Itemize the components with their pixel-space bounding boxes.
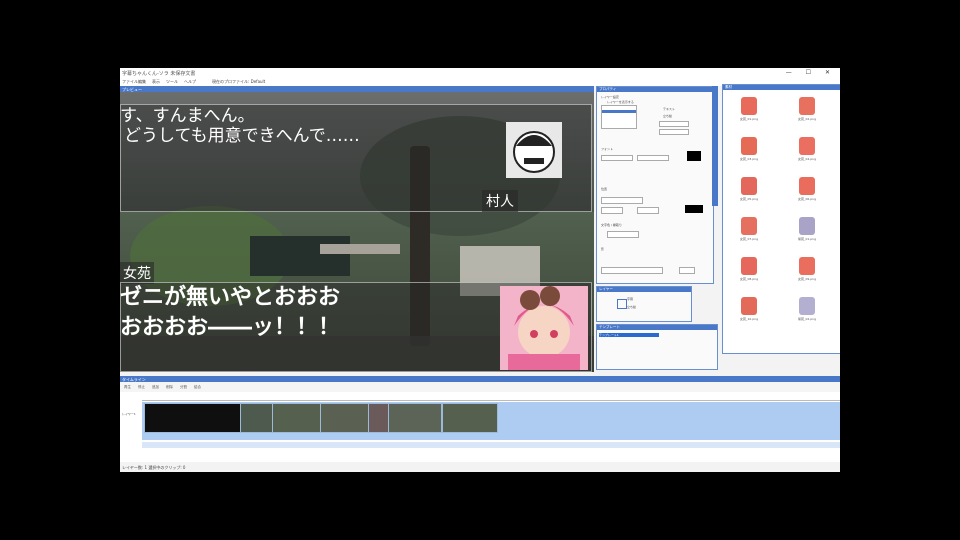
background-roof: [320, 244, 400, 254]
split-button[interactable]: 分割: [180, 385, 187, 390]
dialogue-line1: す、すんまへん。: [120, 106, 255, 126]
timeline-clip[interactable]: [320, 403, 370, 433]
status-bar: レイヤー数: 1 選択中のクリップ: 0: [122, 465, 186, 470]
merge-button[interactable]: 結合: [194, 385, 201, 390]
x-field[interactable]: [601, 207, 623, 214]
shadow-dropdown[interactable]: [601, 267, 663, 274]
menu-view[interactable]: 表示: [152, 79, 160, 85]
small-button[interactable]: [659, 121, 689, 127]
asset-item[interactable]: 女苑_07.png: [737, 217, 759, 241]
menu-tools[interactable]: ツール: [166, 79, 178, 85]
option-text[interactable]: テキスト: [663, 107, 675, 111]
asset-item[interactable]: 紫苑_01.png: [795, 217, 817, 241]
position-field[interactable]: [601, 197, 643, 204]
timeline-toolbar: 再生 停止 追加 削除 分割 結合: [120, 382, 840, 392]
layer-panel: レイヤー 字幕 立ち絵: [596, 286, 692, 322]
timeline-clip[interactable]: [240, 403, 274, 433]
menu-help[interactable]: ヘルプ: [184, 79, 196, 85]
y-field[interactable]: [637, 207, 659, 214]
asset-item[interactable]: 女苑_02.png: [795, 97, 817, 121]
preview-panel: プレビュー す、すんまへん。 どうしても用意できへんで…… 村人 女苑 ゼニが無…: [120, 86, 594, 372]
layer-item[interactable]: 立ち絵: [627, 305, 636, 309]
asset-thumbnail: [741, 217, 757, 235]
timeline-ruler[interactable]: [142, 394, 840, 401]
assets-panel: 素材 女苑_01.png 女苑_02.png 女苑_03.png 女苑_04.p…: [722, 84, 840, 354]
timeline-clip[interactable]: [144, 403, 242, 433]
profile-indicator[interactable]: 現在のプロファイル: Default: [212, 79, 265, 85]
dialogue-line2: どうしても用意できへんで……: [124, 126, 360, 146]
asset-thumbnail: [799, 297, 815, 315]
timeline-scrollbar[interactable]: [142, 442, 840, 448]
title-bar: 字幕ちゃんくん-ソラ 未保存文書 — ☐ ✕: [120, 68, 840, 78]
asset-thumbnail: [799, 137, 815, 155]
stop-button[interactable]: 停止: [138, 385, 145, 390]
assets-header: 素材: [723, 85, 840, 90]
track-label: レイヤー1: [122, 412, 136, 416]
asset-item[interactable]: 女苑_06.png: [795, 177, 817, 201]
properties-panel: プロパティ レイヤー設定 レイヤーを表示する テキスト 立ち絵 フォント 位置 …: [596, 86, 714, 284]
section-shadow: 影: [601, 247, 605, 251]
background-building: [250, 236, 350, 276]
asset-thumbnail: [741, 97, 757, 115]
asset-item[interactable]: 女苑_04.png: [795, 137, 817, 161]
outline-color-swatch[interactable]: [685, 205, 703, 213]
font-field[interactable]: [601, 155, 633, 161]
outline-field[interactable]: [607, 231, 639, 238]
asset-thumbnail: [741, 297, 757, 315]
properties-header: プロパティ: [597, 87, 713, 92]
asset-thumbnail: [741, 257, 757, 275]
delete-button[interactable]: 削除: [166, 385, 173, 390]
asset-item[interactable]: 紫苑_02.png: [795, 297, 817, 321]
joon-portrait: [500, 286, 588, 370]
apply-button[interactable]: [679, 267, 695, 274]
section-outline: 文字色 / 縁取り: [601, 223, 622, 227]
asset-thumbnail: [799, 177, 815, 195]
timeline-panel: タイムライン 再生 停止 追加 削除 分割 結合 レイヤー1: [120, 376, 840, 462]
application-window: 字幕ちゃんくん-ソラ 未保存文書 — ☐ ✕ ファイル 編集 表示 ツール ヘル…: [120, 68, 840, 472]
asset-thumbnail: [799, 97, 815, 115]
add-button[interactable]: 追加: [152, 385, 159, 390]
villager-portrait: [506, 122, 562, 178]
template-panel: テンプレート テンプレート1: [596, 324, 718, 370]
asset-thumbnail: [741, 177, 757, 195]
option-show-layer[interactable]: レイヤーを表示する: [607, 100, 634, 104]
layer-panel-header: レイヤー: [597, 287, 691, 292]
asset-thumbnail: [741, 137, 757, 155]
asset-item[interactable]: 女苑_10.png: [737, 297, 759, 321]
asset-item[interactable]: 女苑_03.png: [737, 137, 759, 161]
window-controls[interactable]: — ☐ ✕: [786, 69, 836, 76]
dialogue-line4: おおおお――ッ！！！: [120, 315, 341, 340]
option-standing-picture[interactable]: 立ち絵: [663, 114, 672, 118]
size-field[interactable]: [637, 155, 669, 161]
section-font: フォント: [601, 147, 614, 151]
timeline-clip[interactable]: [388, 403, 442, 433]
color-swatch[interactable]: [687, 151, 701, 161]
layer-preview-box: [617, 299, 627, 309]
menu-edit[interactable]: 編集: [138, 79, 146, 85]
asset-thumbnail: [799, 257, 815, 275]
dialogue-line3: ゼニが無いやとおおお: [120, 285, 341, 310]
speaker-name-villager: 村人: [482, 190, 518, 212]
play-button[interactable]: 再生: [124, 385, 131, 390]
template-panel-header: テンプレート: [597, 325, 717, 330]
section-position: 位置: [601, 187, 608, 191]
asset-item[interactable]: 女苑_01.png: [737, 97, 759, 121]
panel-side-tabs[interactable]: [712, 86, 718, 206]
asset-thumbnail: [799, 217, 815, 235]
speaker-name-joon: 女苑: [120, 262, 154, 284]
timeline-clip[interactable]: [272, 403, 322, 433]
window-title: 字幕ちゃんくん-ソラ 未保存文書: [122, 71, 196, 77]
timeline-clip[interactable]: [442, 403, 498, 433]
small-button[interactable]: [659, 129, 689, 135]
layer-item[interactable]: 字幕: [627, 297, 633, 301]
template-selected[interactable]: テンプレート1: [599, 333, 659, 337]
menu-file[interactable]: ファイル: [122, 79, 138, 85]
layer-list[interactable]: [601, 105, 637, 129]
asset-item[interactable]: 女苑_05.png: [737, 177, 759, 201]
timeline-clip[interactable]: [368, 403, 390, 433]
section-layer: レイヤー設定: [601, 95, 619, 99]
asset-item[interactable]: 女苑_08.png: [737, 257, 759, 281]
asset-item[interactable]: 女苑_09.png: [795, 257, 817, 281]
